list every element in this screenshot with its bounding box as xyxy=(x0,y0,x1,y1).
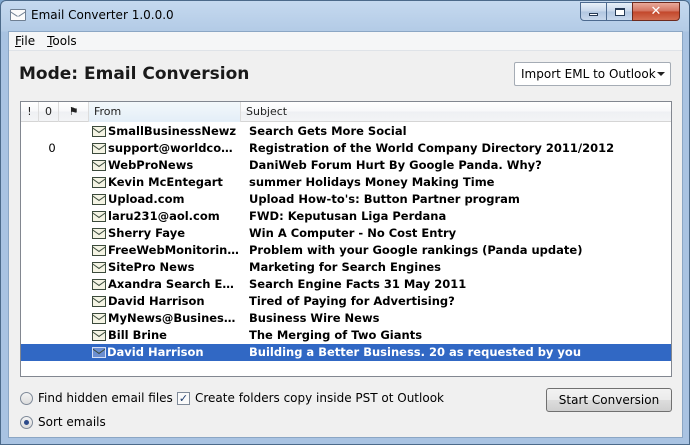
find-hidden-label: Find hidden email files xyxy=(38,391,173,405)
table-row[interactable]: Sherry Faye Win A Computer - No Cost Ent… xyxy=(21,225,671,242)
from-cell: SitePro News xyxy=(108,260,195,274)
from-cell: Upload.com xyxy=(108,192,185,206)
envelope-icon xyxy=(92,177,106,188)
subject-cell: Problem with your Google rankings (Panda… xyxy=(249,243,583,257)
from-cell: laru231@aol.com xyxy=(108,209,220,223)
table-row-selected[interactable]: David Harrison Building a Better Busines… xyxy=(21,344,671,361)
subject-cell: The Merging of Two Giants xyxy=(249,328,423,342)
subject-cell: FWD: Keputusan Liga Perdana xyxy=(249,209,447,223)
from-cell: Bill Brine xyxy=(108,328,167,342)
menu-tools[interactable]: Tools xyxy=(41,32,83,51)
envelope-icon xyxy=(92,228,106,239)
table-row[interactable]: WebProNews DaniWeb Forum Hurt By Google … xyxy=(21,157,671,174)
mode-select-value: Import EML to Outlook xyxy=(521,67,656,81)
from-cell: David Harrison xyxy=(108,294,205,308)
paperclip-icon: 0 xyxy=(48,141,56,155)
sort-emails-label: Sort emails xyxy=(38,415,106,429)
create-folders-checkbox[interactable]: ✓ xyxy=(177,391,190,405)
table-row[interactable]: 0 support@worldcomp... Registration of t… xyxy=(21,140,671,157)
list-rows: SmallBusinessNewz Search Gets More Socia… xyxy=(21,123,671,361)
from-cell: Sherry Faye xyxy=(108,226,185,240)
subject-cell: Business Wire News xyxy=(249,311,380,325)
table-row[interactable]: Bill Brine The Merging of Two Giants xyxy=(21,327,671,344)
envelope-icon xyxy=(92,330,106,341)
start-conversion-button[interactable]: Start Conversion xyxy=(546,388,672,412)
table-row[interactable]: FreeWebMonitoring S... Problem with your… xyxy=(21,242,671,259)
email-list[interactable]: ! 0 ⚑ From Subject SmallBusinessNewz Sea… xyxy=(20,101,672,377)
from-cell: MyNews@BusinessWi... xyxy=(108,311,241,325)
table-row[interactable]: SmallBusinessNewz Search Gets More Socia… xyxy=(21,123,671,140)
envelope-icon xyxy=(92,313,106,324)
envelope-icon xyxy=(92,211,106,222)
envelope-app-icon xyxy=(10,9,26,21)
table-row[interactable]: Upload.com Upload How-to's: Button Partn… xyxy=(21,191,671,208)
table-row[interactable]: Axandra Search Engi... Search Engine Fac… xyxy=(21,276,671,293)
attachment-column-header[interactable]: 0 xyxy=(39,102,59,122)
subject-cell: Marketing for Search Engines xyxy=(249,260,442,274)
window-title: Email Converter 1.0.0.0 xyxy=(31,8,174,22)
menu-bar: File Tools xyxy=(9,32,682,51)
paperclip-icon: 0 xyxy=(45,105,52,118)
subject-cell: Building a Better Business. 20 as reques… xyxy=(249,345,582,359)
list-header: ! 0 ⚑ From Subject xyxy=(21,102,671,122)
close-icon: ✕ xyxy=(650,4,662,19)
find-hidden-radio[interactable] xyxy=(20,391,33,405)
table-row[interactable]: MyNews@BusinessWi... Business Wire News xyxy=(21,310,671,327)
envelope-icon xyxy=(92,126,106,137)
subject-cell: summer Holidays Money Making Time xyxy=(249,175,495,189)
envelope-icon xyxy=(92,143,106,154)
chevron-down-icon xyxy=(657,72,665,76)
table-row[interactable]: SitePro News Marketing for Search Engine… xyxy=(21,259,671,276)
find-hidden-option[interactable]: Find hidden email files xyxy=(20,391,173,405)
from-cell: Kevin McEntegart xyxy=(108,175,223,189)
title-bar[interactable]: Email Converter 1.0.0.0 ✕ xyxy=(1,1,689,31)
from-column-header[interactable]: From xyxy=(89,102,241,122)
envelope-icon xyxy=(92,262,106,273)
sort-emails-radio[interactable] xyxy=(20,415,33,429)
flag-icon: ⚑ xyxy=(68,105,79,118)
from-cell: SmallBusinessNewz xyxy=(108,124,237,138)
subject-column-header[interactable]: Subject xyxy=(241,102,671,122)
table-row[interactable]: laru231@aol.com FWD: Keputusan Liga Perd… xyxy=(21,208,671,225)
importance-column-header[interactable]: ! xyxy=(21,102,39,122)
envelope-icon xyxy=(92,160,106,171)
importance-icon: ! xyxy=(27,105,32,118)
subject-cell: Tired of Paying for Advertising? xyxy=(249,294,455,308)
menu-file[interactable]: File xyxy=(9,32,41,51)
from-cell: David Harrison xyxy=(107,344,240,361)
maximize-button[interactable] xyxy=(606,2,633,21)
subject-cell: Win A Computer - No Cost Entry xyxy=(249,226,457,240)
sort-emails-option[interactable]: Sort emails xyxy=(20,415,106,429)
close-button[interactable]: ✕ xyxy=(632,2,680,21)
minimize-button[interactable] xyxy=(580,2,607,21)
client-area: File Tools Mode: Email Conversion Import… xyxy=(8,31,683,438)
maximize-icon xyxy=(614,7,625,16)
table-row[interactable]: Kevin McEntegart summer Holidays Money M… xyxy=(21,174,671,191)
from-cell: support@worldcomp... xyxy=(108,141,241,155)
subject-cell: DaniWeb Forum Hurt By Google Panda. Why? xyxy=(249,158,542,172)
subject-cell: Search Gets More Social xyxy=(249,124,407,138)
from-cell: WebProNews xyxy=(108,158,194,172)
flag-column-header[interactable]: ⚑ xyxy=(59,102,89,122)
from-cell: Axandra Search Engi... xyxy=(108,277,241,291)
envelope-icon xyxy=(92,279,106,290)
create-folders-label: Create folders copy inside PST ot Outloo… xyxy=(195,391,444,405)
table-row[interactable]: David Harrison Tired of Paying for Adver… xyxy=(21,293,671,310)
envelope-icon xyxy=(92,245,106,256)
envelope-icon xyxy=(92,347,106,358)
envelope-icon xyxy=(92,296,106,307)
subject-cell: Search Engine Facts 31 May 2011 xyxy=(249,277,467,291)
create-folders-option[interactable]: ✓ Create folders copy inside PST ot Outl… xyxy=(177,391,444,405)
envelope-icon xyxy=(92,194,106,205)
page-title: Mode: Email Conversion xyxy=(19,64,250,84)
subject-cell: Upload How-to's: Button Partner program xyxy=(249,192,520,206)
minimize-icon xyxy=(589,13,598,16)
app-window: Email Converter 1.0.0.0 ✕ File Tools Mod… xyxy=(0,0,690,445)
mode-select[interactable]: Import EML to Outlook xyxy=(514,62,671,86)
from-cell: FreeWebMonitoring S... xyxy=(108,243,241,257)
subject-cell: Registration of the World Company Direct… xyxy=(249,141,615,155)
